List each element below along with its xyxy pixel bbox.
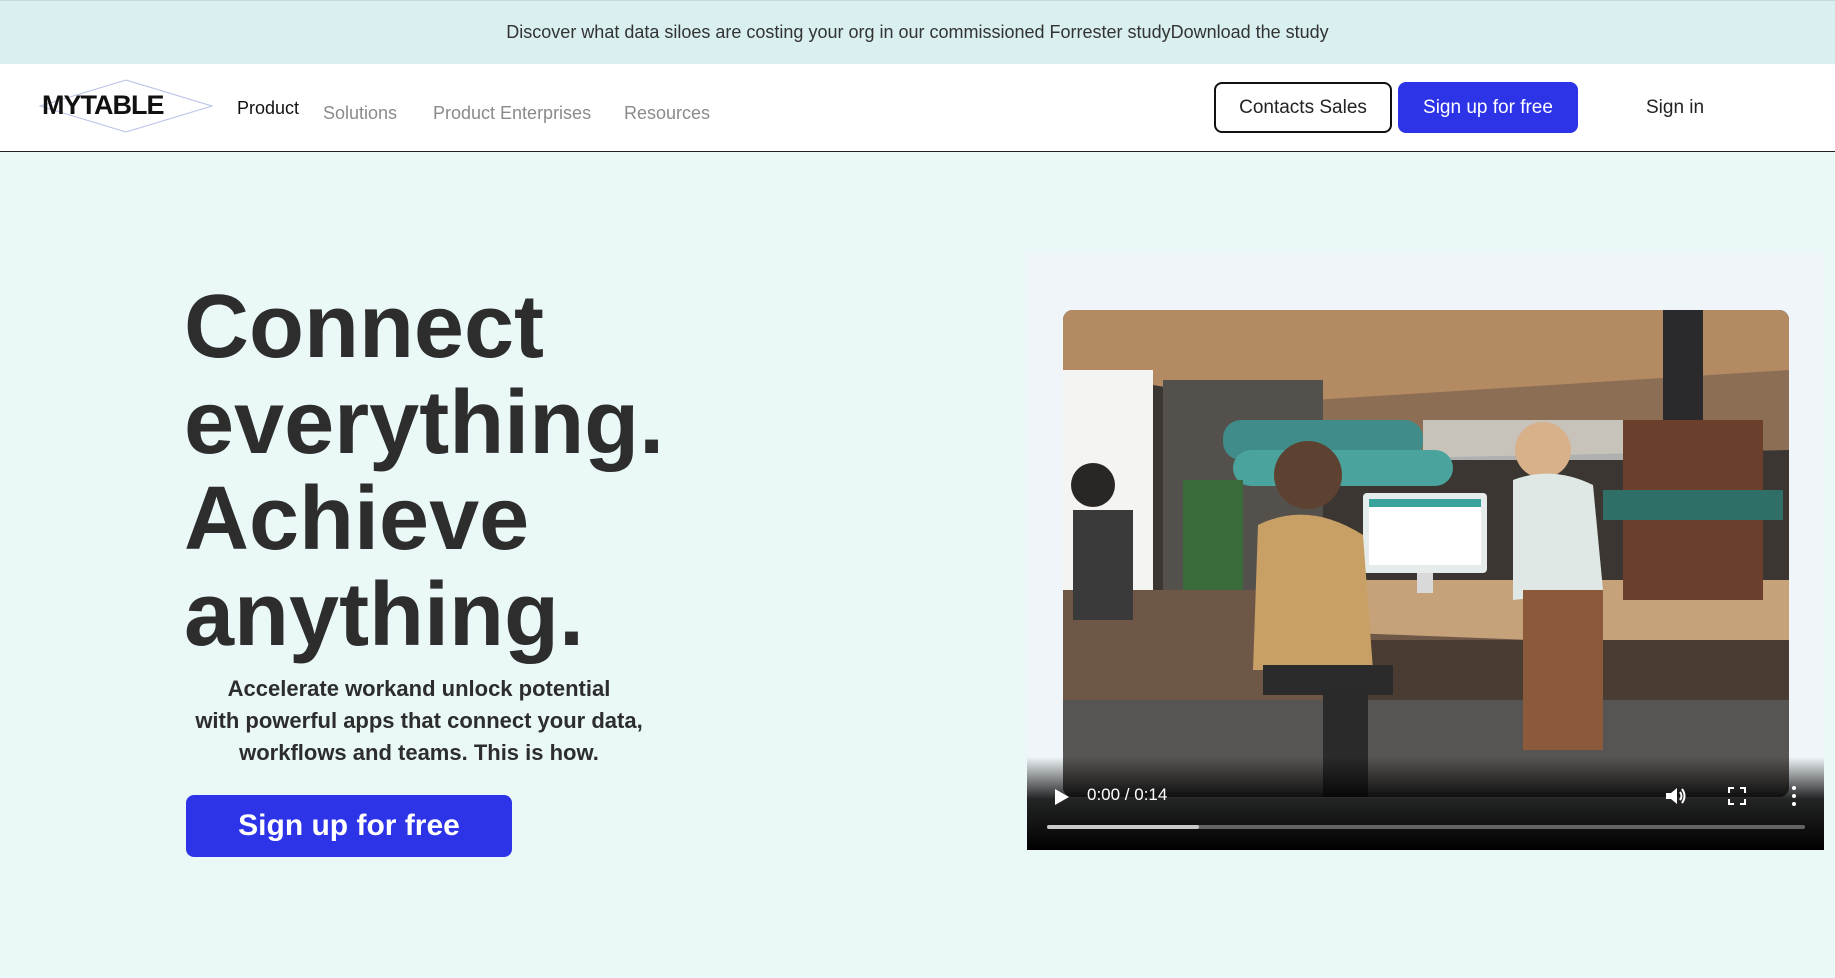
hero-title-line: Achieve	[184, 469, 530, 569]
signup-button-nav[interactable]: Sign up for free	[1398, 82, 1578, 133]
nav-solutions[interactable]: Solutions	[323, 103, 397, 124]
video-panel: 0:00 / 0:14	[1027, 253, 1824, 850]
hero-title-line: anything.	[184, 565, 584, 665]
top-navigation: MYTABLE Product Solutions Product Enterp…	[0, 64, 1835, 152]
video-controls: 0:00 / 0:14	[1027, 757, 1824, 850]
hero-subtitle-line: workflows and teams. This is how.	[239, 740, 599, 765]
hero-title-line: everything.	[184, 373, 665, 473]
video-progress-bar[interactable]	[1047, 825, 1805, 829]
announcement-bar: Discover what data siloes are costing yo…	[0, 0, 1835, 64]
fullscreen-icon[interactable]	[1728, 787, 1746, 805]
video-progress-fill	[1047, 825, 1199, 829]
hero-title: Connect everything. Achieve anything.	[184, 279, 744, 663]
video-time: 0:00 / 0:14	[1087, 785, 1168, 804]
signup-button-hero[interactable]: Sign up for free	[186, 795, 512, 857]
video-thumbnail	[1063, 310, 1789, 797]
announcement-content: Discover what data siloes are costing yo…	[506, 22, 1328, 43]
logo[interactable]: MYTABLE	[36, 78, 216, 134]
video-player[interactable]	[1063, 310, 1789, 797]
hero-subtitle-line: with powerful apps that connect your dat…	[195, 708, 643, 733]
contact-sales-button[interactable]: Contacts Sales	[1214, 82, 1392, 133]
hero-subtitle-line: Accelerate workand unlock potential	[227, 676, 611, 701]
download-study-link[interactable]: Download the study	[1171, 22, 1329, 42]
nav-resources[interactable]: Resources	[624, 103, 710, 124]
more-options-icon[interactable]	[1790, 785, 1798, 807]
hero-title-line: Connect	[184, 277, 544, 377]
nav-product[interactable]: Product	[237, 98, 299, 119]
logo-wordmark: MYTABLE	[42, 90, 164, 120]
volume-icon[interactable]	[1664, 785, 1688, 807]
signin-link[interactable]: Sign in	[1646, 97, 1704, 119]
nav-product-enterprises[interactable]: Product Enterprises	[433, 103, 591, 124]
announcement-text: Discover what data siloes are costing yo…	[506, 22, 1171, 42]
play-icon[interactable]	[1051, 787, 1071, 807]
hero-subtitle: Accelerate workand unlock potential with…	[184, 673, 654, 769]
